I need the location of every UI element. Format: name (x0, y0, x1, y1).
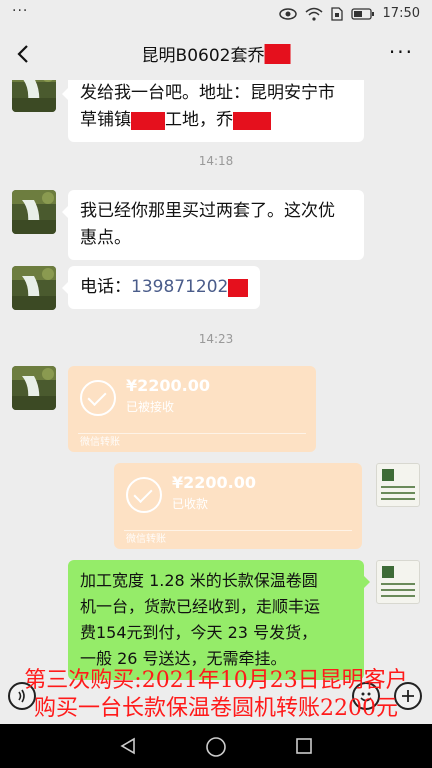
message-text: 电话： (80, 277, 131, 297)
message-bubble[interactable]: 电话： 139871202 (61, 266, 261, 309)
system-navigation-bar (0, 724, 432, 768)
redaction-mark (233, 111, 271, 130)
message-bubble[interactable]: 我已经你那里买过两套了。这次优 惠点。 (62, 190, 364, 260)
chat-area[interactable]: 发给我一台吧。地址：昆明安宁市 草铺镇 工地，乔 14:18 我已经你那里买过两… (0, 80, 432, 724)
check-circle-icon (80, 380, 116, 416)
doc-line (381, 583, 415, 585)
message-text: 惠点。 (80, 228, 131, 248)
check-circle-icon (126, 477, 162, 513)
chat-title: 昆明B0602套乔 (142, 41, 291, 66)
message-text: 发给我一台吧。地址：昆明安宁市 (80, 83, 335, 103)
message-text: 加工宽度 1.28 米的长款保温卷圆 (80, 571, 318, 590)
contact-avatar[interactable] (12, 80, 56, 112)
wifi-icon (305, 7, 323, 21)
phone-link[interactable]: 139871202 (131, 274, 228, 301)
logo-mark (382, 469, 394, 481)
logo-mark (382, 566, 394, 578)
user-avatar[interactable] (376, 463, 420, 507)
back-triangle-icon[interactable] (118, 736, 138, 756)
status-bar: ··· 17:50 (0, 0, 432, 28)
chat-title-text: 昆明B0602套乔 (141, 46, 265, 66)
redaction-mark (264, 43, 291, 64)
battery-icon (350, 7, 374, 20)
message-text: 工地，乔 (165, 110, 233, 130)
more-dots-icon[interactable]: ··· (389, 40, 414, 64)
contact-avatar[interactable] (12, 366, 56, 410)
doc-line (381, 498, 415, 500)
transfer-footer: 微信转账 (126, 534, 166, 545)
doc-line (381, 589, 415, 591)
eye-icon (278, 7, 297, 20)
chevron-left-icon[interactable] (10, 40, 38, 68)
contact-avatar[interactable] (12, 190, 56, 234)
doc-line (381, 595, 415, 597)
overlay-caption-line: 第三次购买:2021年10月23日昆明客户 (24, 668, 408, 693)
notification-dots: ··· (12, 3, 29, 19)
transfer-card[interactable]: ¥2200.00 已收款 微信转账 (114, 463, 362, 549)
message-bubble[interactable]: 加工宽度 1.28 米的长款保温卷圆 机一台，货款已经收到，走顺丰运 费154元… (68, 560, 370, 680)
message-bubble[interactable]: 发给我一台吧。地址：昆明安宁市 草铺镇 工地，乔 (62, 80, 364, 142)
overlay-caption-line: 购买一台长款保温卷圆机转账2200元 (34, 696, 398, 721)
clock-time: 17:50 (382, 6, 420, 21)
message-text: 草铺镇 (80, 110, 131, 130)
user-avatar[interactable] (376, 560, 420, 604)
message-text: 机一台，货款已经收到，走顺丰运 (80, 597, 321, 616)
message-text-line: 草铺镇 工地，乔 (80, 107, 352, 134)
message-text: 我已经你那里买过两套了。这次优 (80, 201, 335, 221)
contact-avatar[interactable] (12, 266, 56, 310)
recent-square-icon[interactable] (294, 736, 314, 756)
chat-header: 昆明B0602套乔 ··· (0, 28, 432, 80)
status-icons: 17:50 (278, 6, 420, 21)
home-circle-icon[interactable] (205, 736, 227, 758)
doc-line (381, 492, 415, 494)
transfer-status: 已收款 (172, 497, 209, 511)
transfer-footer: 微信转账 (80, 437, 120, 448)
redaction-mark (228, 278, 249, 297)
sim-icon (330, 6, 343, 21)
message-text: 费154元到付，今天 23 号发货， (80, 623, 318, 642)
transfer-amount: ¥2200.00 (172, 473, 257, 492)
redaction-mark (131, 111, 165, 130)
transfer-amount: ¥2200.00 (126, 376, 211, 395)
transfer-status: 已被接收 (126, 400, 175, 414)
doc-line (381, 486, 415, 488)
transfer-card[interactable]: ¥2200.00 已被接收 微信转账 (68, 366, 316, 452)
timestamp: 14:18 (198, 154, 234, 168)
timestamp: 14:23 (198, 332, 234, 346)
